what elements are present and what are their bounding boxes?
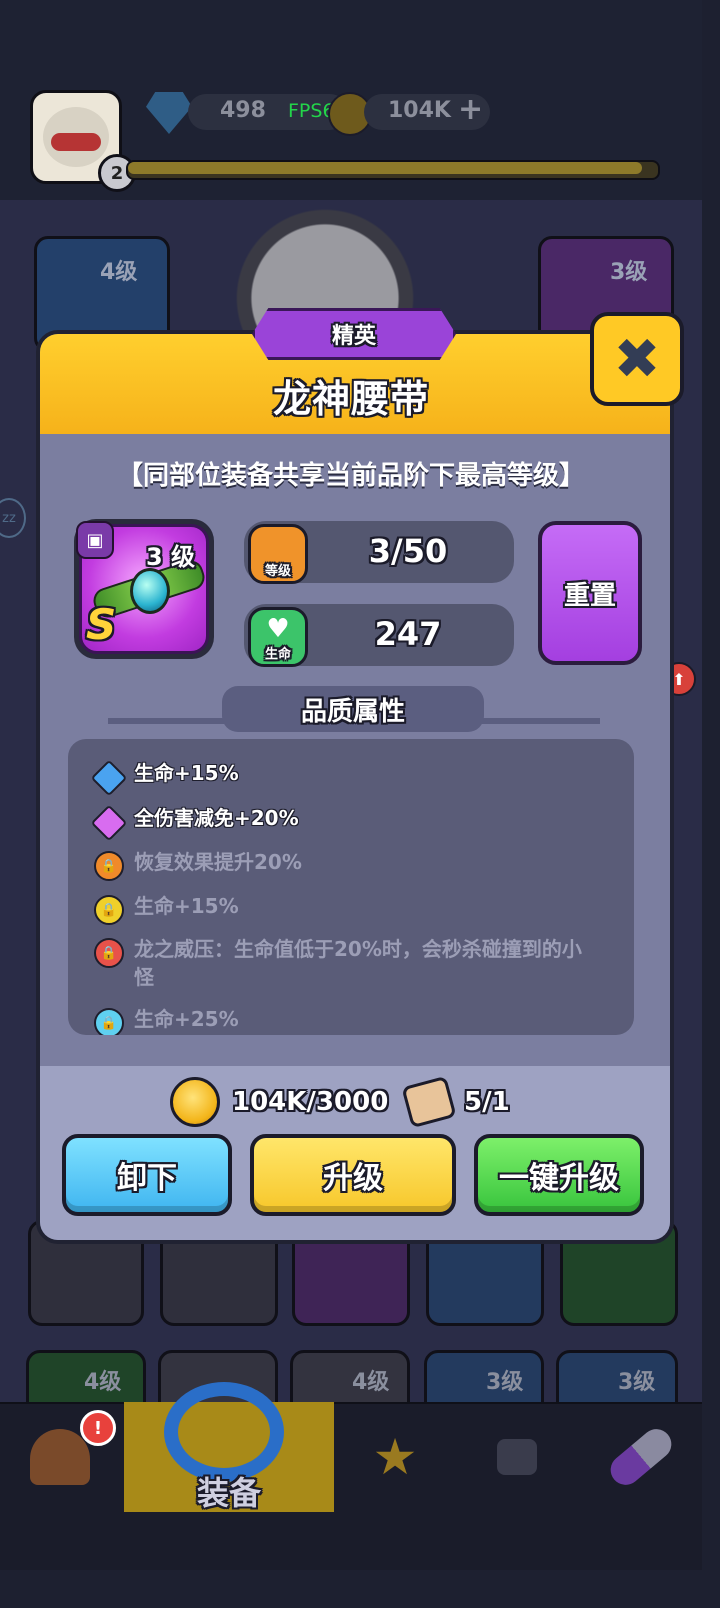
quality-attributes-list[interactable]: 生命+15% 全伤害减免+20% 🔒 恢复效果提升20% 🔒 生命+15% 🔒 … [68,739,634,1035]
upgrade-button[interactable]: 升级 [250,1134,456,1216]
scroll-cost: 5/1 [401,1075,510,1129]
shared-level-notice: 【同部位装备共享当前品阶下最高等级】 [116,461,585,491]
belt-slot-icon: ▣ [76,521,114,559]
notification-badge: ! [80,1410,116,1446]
attribute-row: 🔒 恢复效果提升20% [92,848,302,881]
hp-stat-value: 247 [374,615,442,653]
ring-icon [164,1382,284,1482]
unequip-button[interactable]: 卸下 [62,1134,232,1216]
yellow-lock-icon: 🔒 [94,895,124,925]
nav-tab-equipment-label: 装备 [196,1474,261,1512]
star-swords-icon: ★ [372,1428,418,1486]
inventory-item-level: 4级 [352,1370,390,1395]
reset-button[interactable]: 重置 [538,521,642,665]
equip-slot-level: 4级 [100,260,138,285]
attribute-row: 🔒 龙之威压：生命值低于20%时，会秒杀碰撞到的小怪 [92,935,592,991]
nav-tab-equipment[interactable]: 装备 [124,1382,334,1522]
item-grade: S [86,600,117,649]
diamond-count: 498 [220,98,266,123]
add-gold-button[interactable]: + [458,92,483,127]
rank-ribbon: 精英 [252,308,456,360]
upgrade-all-button[interactable]: 一键升级 [474,1134,644,1216]
capsule-icon [604,1423,678,1491]
blue-gem-icon [90,759,128,797]
item-title: 龙神腰带 [272,377,429,421]
experience-bar-fill [128,162,642,174]
nav-tab-shop[interactable] [580,1402,702,1512]
red-lock-icon: 🔒 [94,938,124,968]
gold-count: 104K [388,98,451,123]
equip-slot-level: 3级 [610,260,648,285]
cyan-lock-icon: 🔒 [94,1008,124,1035]
orange-lock-icon: 🔒 [94,851,124,881]
mushroom-house-icon [30,1429,90,1485]
attribute-row: 🔒 生命+15% [92,892,239,925]
level-stat-value: 3/50 [368,532,448,570]
inventory-item-level: 3级 [618,1370,656,1395]
attribute-row: 生命+15% [90,759,239,797]
attribute-row: 全伤害减免+20% [90,804,299,842]
inventory-item-level: 3级 [486,1370,524,1395]
attribute-row: 🔒 生命+25% [92,1005,239,1035]
purple-gem-icon [90,804,128,842]
gold-coin-icon [170,1077,220,1127]
quality-attributes-title: 品质属性 [222,686,484,732]
inventory-item-level: 4级 [84,1370,122,1395]
lock-icon [497,1439,537,1475]
gold-cost: 104K/3000 [170,1077,388,1127]
nav-tab-locked[interactable] [456,1402,578,1512]
heart-icon: ♥ 生命 [248,607,308,667]
scroll-icon [401,1075,457,1129]
nav-tab-talents[interactable]: ★ [334,1402,456,1512]
level-crown-icon: 等级 [248,524,308,584]
item-level: 3 级 [146,543,196,571]
belt-gem-icon [130,568,170,614]
section-divider-left [108,718,228,724]
section-divider-right [480,718,600,724]
